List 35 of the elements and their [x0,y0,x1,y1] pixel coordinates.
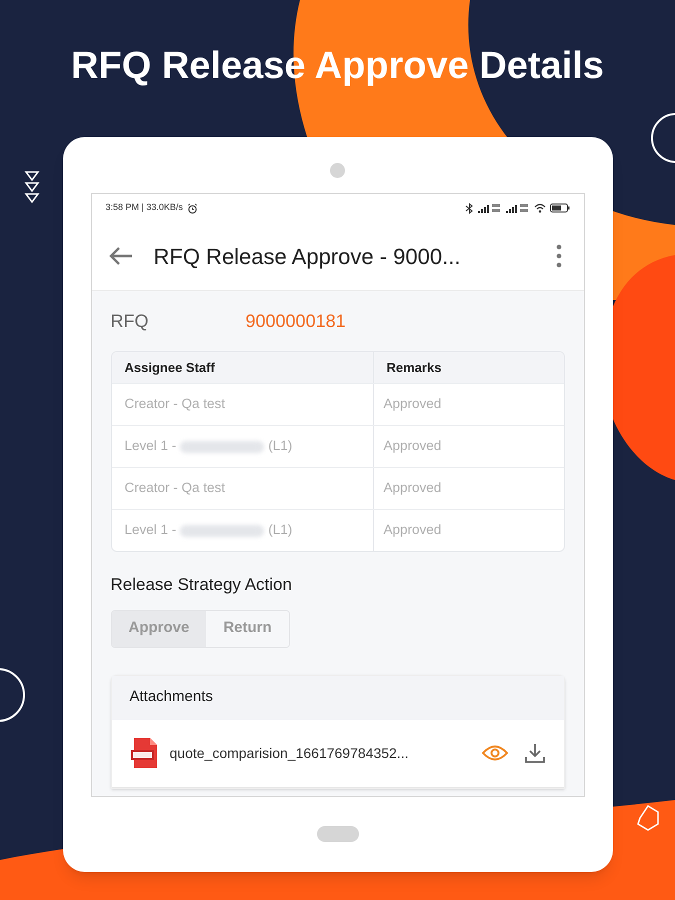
signal-icon [506,203,530,213]
app-bar-title: RFQ Release Approve - 9000... [154,242,460,271]
more-options-icon[interactable] [556,244,562,268]
bluetooth-icon [464,202,474,214]
action-option[interactable]: Approve [112,610,206,646]
remarks-cell-text: Approved [382,437,442,456]
section-title: Release Strategy Action [110,574,293,596]
rfq-number: 9000000181 [246,310,346,332]
remarks-cell-text: Approved [382,479,442,498]
circle-outline [651,113,675,163]
staff-name: Creator - Qa test [124,395,226,414]
rfq-label: RFQ [110,310,150,332]
back-arrow-icon[interactable] [108,246,134,266]
alarm-icon [186,202,198,214]
remarks-cell-text: Approved [382,395,442,414]
status-time: 3:58 PM | 33.0KB/s [106,201,183,214]
staff-name: Level 1 - [124,437,176,456]
column-header: Assignee Staff [112,352,374,383]
pdf-file-icon [130,737,160,769]
attachments-title: Attachments [130,687,213,708]
staff-level: (L1) [268,521,292,540]
circle-outline [0,668,25,722]
hexagon-outline [637,804,659,831]
eye-icon[interactable] [482,745,508,761]
column-header: Remarks [386,358,442,377]
triangles-icon [24,171,40,204]
staff-level: (L1) [268,437,292,456]
battery-icon [550,203,570,213]
wifi-icon [534,203,546,213]
staff-name: Level 1 - [124,521,176,540]
file-name: quote_comparision_1661769784352... [170,744,408,763]
download-icon[interactable] [524,742,546,764]
staff-name: Creator - Qa test [124,479,226,498]
signal-icon [478,203,502,213]
remarks-cell-text: Approved [382,521,442,540]
